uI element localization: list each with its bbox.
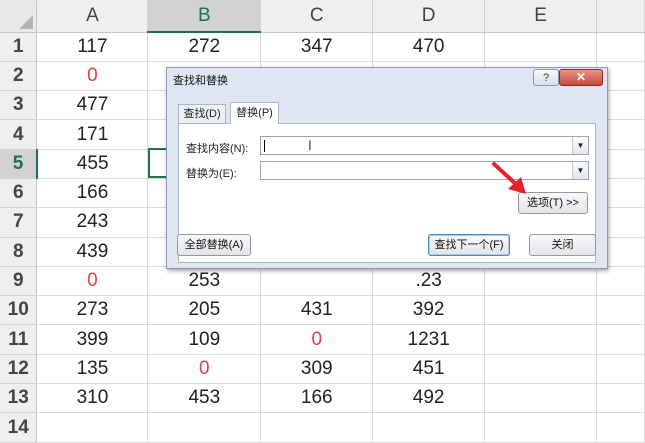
find-next-button[interactable]: 查找下一个(F): [428, 234, 510, 256]
cell-b14[interactable]: [147, 412, 262, 443]
row-header[interactable]: 11: [0, 324, 38, 355]
cell-a4[interactable]: 171: [36, 119, 149, 150]
cell-c10[interactable]: 431: [260, 295, 374, 326]
cell-b13[interactable]: 453: [147, 383, 262, 414]
cell-overflow[interactable]: [596, 266, 645, 297]
close-x-button[interactable]: ✕: [559, 69, 603, 86]
row-header[interactable]: 13: [0, 383, 38, 414]
cell-a9[interactable]: 0: [36, 266, 149, 297]
cell-overflow[interactable]: [596, 383, 645, 414]
column-header-d[interactable]: D: [372, 0, 486, 33]
dialog-title: 查找和替换: [173, 75, 228, 87]
row-header[interactable]: 1: [0, 32, 38, 62]
replace-with-input[interactable]: ▼: [260, 161, 589, 180]
chevron-down-icon[interactable]: ▼: [572, 162, 588, 179]
row-header[interactable]: 6: [0, 178, 38, 209]
cell-a5[interactable]: 455: [36, 149, 149, 179]
column-header-b[interactable]: B: [147, 0, 262, 33]
select-all-corner[interactable]: [0, 0, 38, 33]
cell-overflow[interactable]: [596, 32, 645, 62]
cell-a14[interactable]: [36, 412, 149, 443]
table-row: 1 117 272 347 470: [0, 32, 645, 62]
cell-b12[interactable]: 0: [147, 354, 262, 385]
table-row: 12 135 0 309 451: [0, 354, 645, 385]
cell-b11[interactable]: 109: [147, 324, 262, 355]
cell-e12[interactable]: [484, 354, 597, 385]
cell-d13[interactable]: 492: [372, 383, 486, 414]
row-header[interactable]: 8: [0, 237, 38, 267]
cell-a12[interactable]: 135: [36, 354, 149, 385]
row-header[interactable]: 2: [0, 61, 38, 92]
cell-a1[interactable]: 117: [36, 32, 149, 62]
cell-b9[interactable]: 253: [147, 266, 262, 297]
options-button[interactable]: 选项(T) >>: [518, 192, 588, 214]
cell-d10[interactable]: 392: [372, 295, 486, 326]
cell-a3[interactable]: 477: [36, 90, 149, 121]
row-header[interactable]: 10: [0, 295, 38, 326]
cell-c9[interactable]: [260, 266, 374, 297]
cell-c1[interactable]: 347: [260, 32, 374, 62]
cell-overflow[interactable]: [596, 295, 645, 326]
chevron-down-icon[interactable]: ▼: [572, 137, 588, 154]
cell-a6[interactable]: 166: [36, 178, 149, 209]
cell-c13[interactable]: 166: [260, 383, 374, 414]
red-pointer-arrow-icon: [492, 162, 526, 194]
cell-a10[interactable]: 273: [36, 295, 149, 326]
find-what-label: 查找内容(N):: [186, 143, 249, 155]
table-row: 11 399 109 0 1231: [0, 324, 645, 355]
cell-overflow[interactable]: [596, 412, 645, 443]
cell-d9[interactable]: .23: [372, 266, 486, 297]
table-row: 10 273 205 431 392: [0, 295, 645, 326]
cell-a11[interactable]: 399: [36, 324, 149, 355]
cell-d1[interactable]: 470: [372, 32, 486, 62]
table-row: 13 310 453 166 492: [0, 383, 645, 414]
replace-with-label: 替换为(E):: [186, 168, 237, 180]
row-header[interactable]: 14: [0, 412, 38, 443]
cell-e1[interactable]: [484, 32, 597, 62]
cell-overflow[interactable]: [596, 354, 645, 385]
cell-e9[interactable]: [484, 266, 597, 297]
cell-a2[interactable]: 0: [36, 61, 149, 92]
row-header[interactable]: 7: [0, 207, 38, 238]
column-header-e[interactable]: E: [484, 0, 597, 33]
column-header-a[interactable]: A: [36, 0, 149, 33]
cell-b1[interactable]: 272: [147, 32, 262, 62]
column-header-c[interactable]: C: [260, 0, 374, 33]
tab-replace[interactable]: 替换(P): [230, 102, 279, 124]
cell-d14[interactable]: [372, 412, 486, 443]
cell-a7[interactable]: 243: [36, 207, 149, 238]
cell-e10[interactable]: [484, 295, 597, 326]
find-what-input[interactable]: Ⅰ ▼: [260, 136, 589, 155]
table-row: 9 0 253 .23: [0, 266, 645, 297]
cell-e13[interactable]: [484, 383, 597, 414]
row-header[interactable]: 4: [0, 119, 38, 150]
cell-c12[interactable]: 309: [260, 354, 374, 385]
cell-c11[interactable]: 0: [260, 324, 374, 355]
ibeam-cursor-icon: Ⅰ: [308, 138, 312, 153]
row-header[interactable]: 12: [0, 354, 38, 385]
cell-e11[interactable]: [484, 324, 597, 355]
cell-e14[interactable]: [484, 412, 597, 443]
cell-a8[interactable]: 439: [36, 237, 149, 267]
text-caret: [264, 140, 265, 152]
close-button[interactable]: 关闭: [529, 234, 596, 256]
cell-d11[interactable]: 1231: [372, 324, 486, 355]
cell-b10[interactable]: 205: [147, 295, 262, 326]
cell-overflow[interactable]: [596, 324, 645, 355]
row-header[interactable]: 5: [0, 149, 38, 179]
table-row: 14: [0, 412, 645, 443]
find-replace-dialog: 查找和替换 ? ✕ 查找(D) 替换(P) 查找内容(N): Ⅰ ▼ 替换为(E…: [166, 67, 608, 269]
replace-all-button[interactable]: 全部替换(A): [177, 234, 251, 256]
row-header[interactable]: 9: [0, 266, 38, 297]
help-button[interactable]: ?: [533, 69, 559, 86]
cell-d12[interactable]: 451: [372, 354, 486, 385]
tab-find[interactable]: 查找(D): [178, 104, 226, 124]
row-header[interactable]: 3: [0, 90, 38, 121]
cell-c14[interactable]: [260, 412, 374, 443]
column-header-overflow[interactable]: [596, 0, 645, 33]
cell-a13[interactable]: 310: [36, 383, 149, 414]
